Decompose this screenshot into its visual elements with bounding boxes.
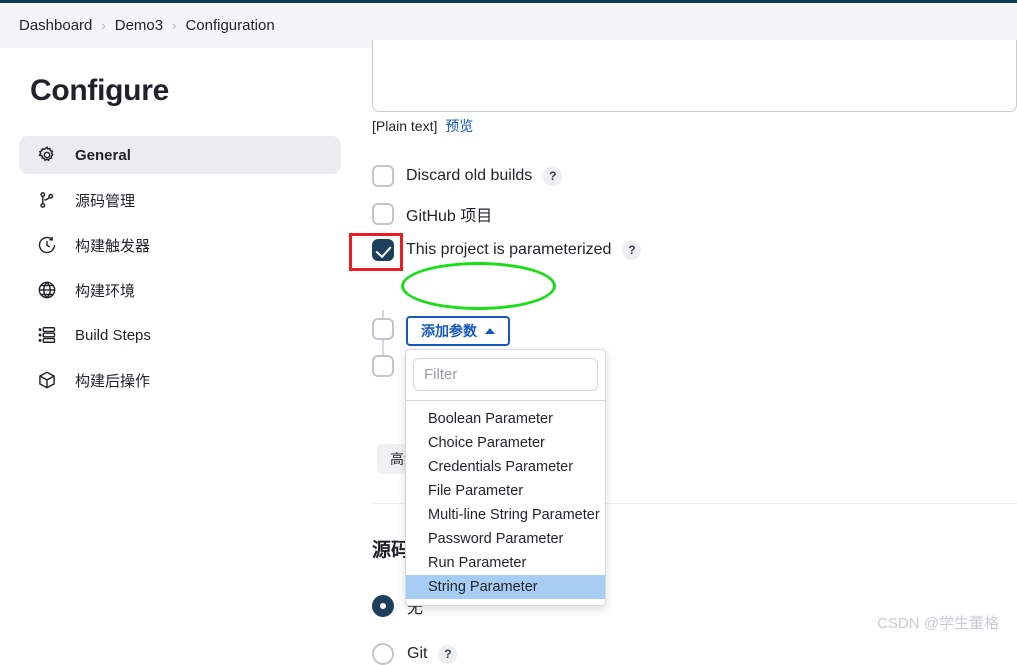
preview-link[interactable]: 预览: [445, 118, 473, 134]
dropdown-option[interactable]: Boolean Parameter: [406, 407, 605, 431]
checkbox-this-project-is-parameterized[interactable]: [372, 239, 394, 261]
sidebar-item-build-steps[interactable]: Build Steps: [19, 316, 341, 354]
plain-text-label: [Plain text]: [372, 118, 438, 134]
description-format-row: [Plain text] 预览: [372, 116, 473, 136]
dropdown-option[interactable]: Choice Parameter: [406, 431, 605, 455]
checkbox-row-discard-old-builds[interactable]: Discard old builds ?: [372, 165, 563, 187]
checkbox-row-obscured-1[interactable]: [372, 318, 394, 340]
main-content: [Plain text] 预览 Discard old builds ? Git…: [360, 40, 1017, 665]
package-icon: [36, 369, 58, 391]
sidebar-item-post-build-actions[interactable]: 构建后操作: [19, 361, 341, 399]
description-textarea[interactable]: [372, 40, 1017, 112]
sidebar-nav: General 源码管理 构建触发器 构建环境 Build Steps 构建后操…: [19, 136, 341, 406]
add-parameter-label: 添加参数: [421, 323, 477, 339]
dropdown-option-list: Boolean Parameter Choice Parameter Crede…: [406, 400, 605, 605]
help-icon[interactable]: ?: [438, 644, 458, 664]
dropdown-option[interactable]: Multi-line String Parameter: [406, 503, 605, 527]
add-parameter-dropdown: Boolean Parameter Choice Parameter Crede…: [405, 349, 606, 606]
add-parameter-button[interactable]: 添加参数: [406, 316, 510, 346]
dropdown-option[interactable]: Credentials Parameter: [406, 455, 605, 479]
sidebar-item-build-environment[interactable]: 构建环境: [19, 271, 341, 309]
dropdown-option[interactable]: Password Parameter: [406, 527, 605, 551]
list-steps-icon: [36, 324, 58, 346]
checkbox-obscured-1[interactable]: [372, 318, 394, 340]
filter-input[interactable]: [413, 358, 598, 391]
checkbox-row-this-project-is-parameterized[interactable]: This project is parameterized ?: [372, 239, 642, 261]
checkbox-obscured-2[interactable]: [372, 355, 394, 377]
sidebar-item-label: 构建环境: [75, 282, 136, 300]
breadcrumb-separator-icon: ›: [172, 18, 177, 33]
sidebar-item-label: General: [75, 146, 131, 164]
checkbox-label: GitHub 项目: [406, 208, 493, 225]
breadcrumb-item-demo3[interactable]: Demo3: [115, 17, 163, 34]
sidebar-item-label: Build Steps: [75, 326, 151, 344]
checkbox-label: Discard old builds: [406, 167, 533, 184]
watermark: CSDN @学生董格: [877, 615, 999, 632]
radio-git[interactable]: [372, 643, 394, 665]
globe-icon: [36, 279, 58, 301]
sidebar: Configure General 源码管理 构建触发器 构建环境 Build …: [0, 48, 360, 647]
dropdown-option[interactable]: Run Parameter: [406, 551, 605, 575]
radio-label: Git: [407, 645, 428, 662]
radio-none[interactable]: [372, 595, 394, 617]
sidebar-item-label: 构建触发器: [75, 237, 151, 255]
dropdown-option[interactable]: File Parameter: [406, 479, 605, 503]
sidebar-item-general[interactable]: General: [19, 136, 341, 174]
help-icon[interactable]: ?: [543, 166, 563, 186]
dropdown-option-selected[interactable]: String Parameter: [406, 575, 605, 599]
page-title: Configure: [30, 74, 169, 107]
breadcrumb-separator-icon: ›: [101, 18, 106, 33]
help-icon[interactable]: ?: [622, 240, 642, 260]
clock-icon: [36, 234, 58, 256]
gear-icon: [36, 144, 58, 166]
chevron-up-icon: [485, 328, 495, 334]
sidebar-item-build-triggers[interactable]: 构建触发器: [19, 226, 341, 264]
checkbox-row-github-project[interactable]: GitHub 项目: [372, 202, 492, 226]
source-branch-icon: [36, 189, 58, 211]
checkbox-discard-old-builds[interactable]: [372, 165, 394, 187]
breadcrumb-item-configuration[interactable]: Configuration: [185, 17, 274, 34]
radio-row-git[interactable]: Git ?: [372, 643, 458, 665]
dropdown-filter-wrap: [406, 350, 605, 400]
checkbox-label: This project is parameterized: [406, 241, 612, 258]
sidebar-item-source-code-management[interactable]: 源码管理: [19, 181, 341, 219]
breadcrumb-item-dashboard[interactable]: Dashboard: [19, 17, 92, 34]
checkbox-github-project[interactable]: [372, 203, 394, 225]
sidebar-item-label: 构建后操作: [75, 372, 151, 390]
checkbox-row-obscured-2[interactable]: [372, 355, 394, 377]
sidebar-item-label: 源码管理: [75, 192, 136, 210]
